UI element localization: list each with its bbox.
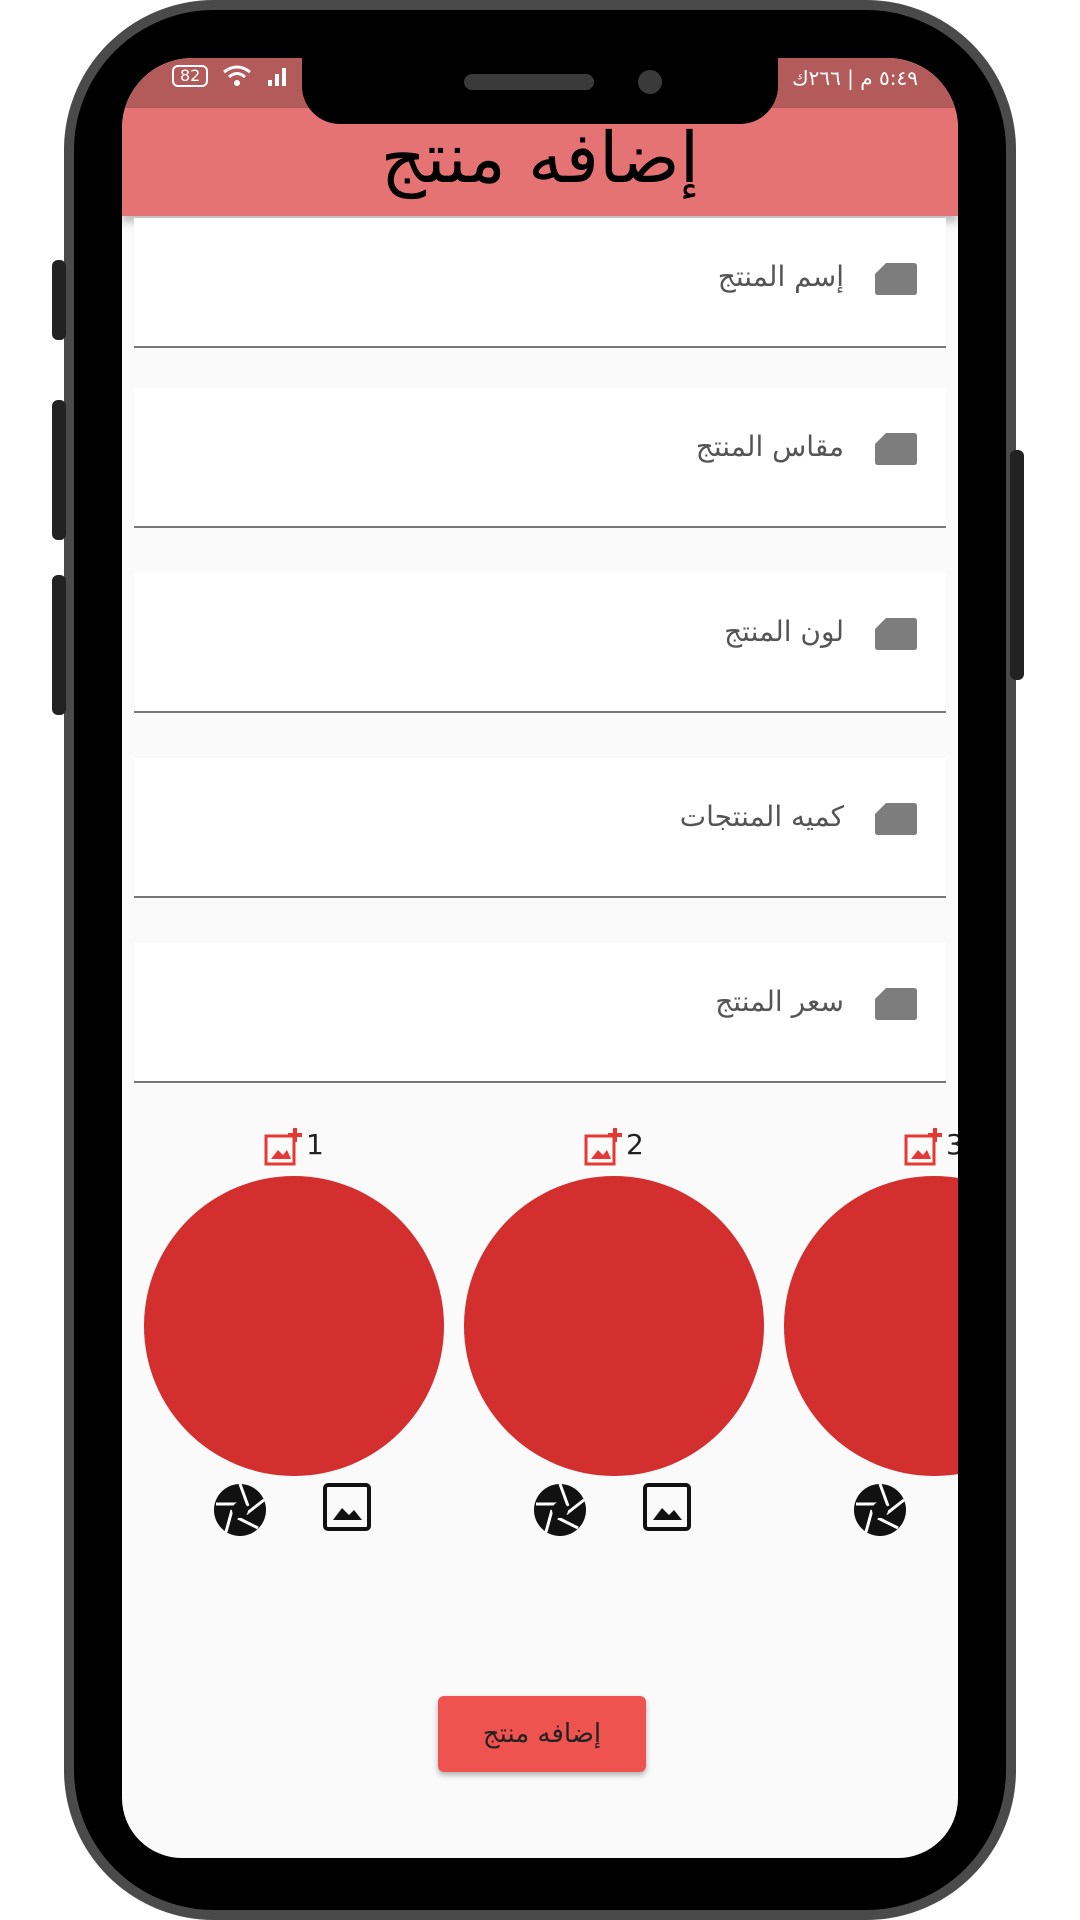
battery-indicator: 82 [172, 65, 209, 87]
add-photo-icon[interactable] [264, 1128, 302, 1166]
product-price-label: سعر المنتج [715, 985, 844, 1018]
product-size-label: مقاس المنتج [695, 430, 844, 463]
camera-shutter-icon[interactable] [852, 1482, 908, 1538]
product-quantity-label: كميه المنتجات [679, 800, 844, 833]
product-quantity-field[interactable]: كميه المنتجات [134, 758, 946, 898]
phone-side-button [52, 260, 66, 340]
product-name-label: إسم المنتج [717, 260, 844, 293]
phone-side-button [1010, 450, 1024, 680]
picker-number: 1 [306, 1128, 324, 1161]
picker-number: 3 [946, 1128, 958, 1161]
product-color-label: لون المنتج [724, 615, 844, 648]
label-icon [875, 433, 917, 465]
image-picker-row: 1 2 3 [122, 1128, 958, 1628]
product-size-field[interactable]: مقاس المنتج [134, 388, 946, 528]
camera-shutter-icon[interactable] [532, 1482, 588, 1538]
product-price-field[interactable]: سعر المنتج [134, 943, 946, 1083]
app-bar: إضافه منتج [122, 108, 958, 216]
add-photo-icon[interactable] [584, 1128, 622, 1166]
front-camera [638, 70, 662, 94]
image-preview-circle[interactable] [144, 1176, 444, 1476]
label-icon [875, 263, 917, 295]
picker-number: 2 [626, 1128, 644, 1161]
gallery-icon[interactable] [322, 1482, 372, 1532]
wifi-icon [223, 65, 252, 86]
product-name-field[interactable]: إسم المنتج [134, 218, 946, 348]
image-preview-circle[interactable] [464, 1176, 764, 1476]
phone-side-button [52, 400, 66, 540]
app-screen: 82 ٥:٤٩ م | ٢٦٦ك إضافه منتج إسم المنتج م… [122, 58, 958, 1858]
label-icon [875, 988, 917, 1020]
gallery-icon[interactable] [642, 1482, 692, 1532]
image-preview-circle[interactable] [784, 1176, 958, 1476]
signal-icon [268, 68, 287, 86]
status-icons: 82 [172, 64, 290, 88]
label-icon [875, 618, 917, 650]
speaker-grille [464, 74, 594, 90]
camera-shutter-icon[interactable] [212, 1482, 268, 1538]
product-color-field[interactable]: لون المنتج [134, 573, 946, 713]
add-photo-icon[interactable] [904, 1128, 942, 1166]
add-product-button[interactable]: إضافه منتج [438, 1696, 646, 1772]
label-icon [875, 803, 917, 835]
phone-notch [302, 58, 778, 124]
status-time: ٥:٤٩ م | ٢٦٦ك [792, 66, 918, 90]
phone-side-button [52, 575, 66, 715]
